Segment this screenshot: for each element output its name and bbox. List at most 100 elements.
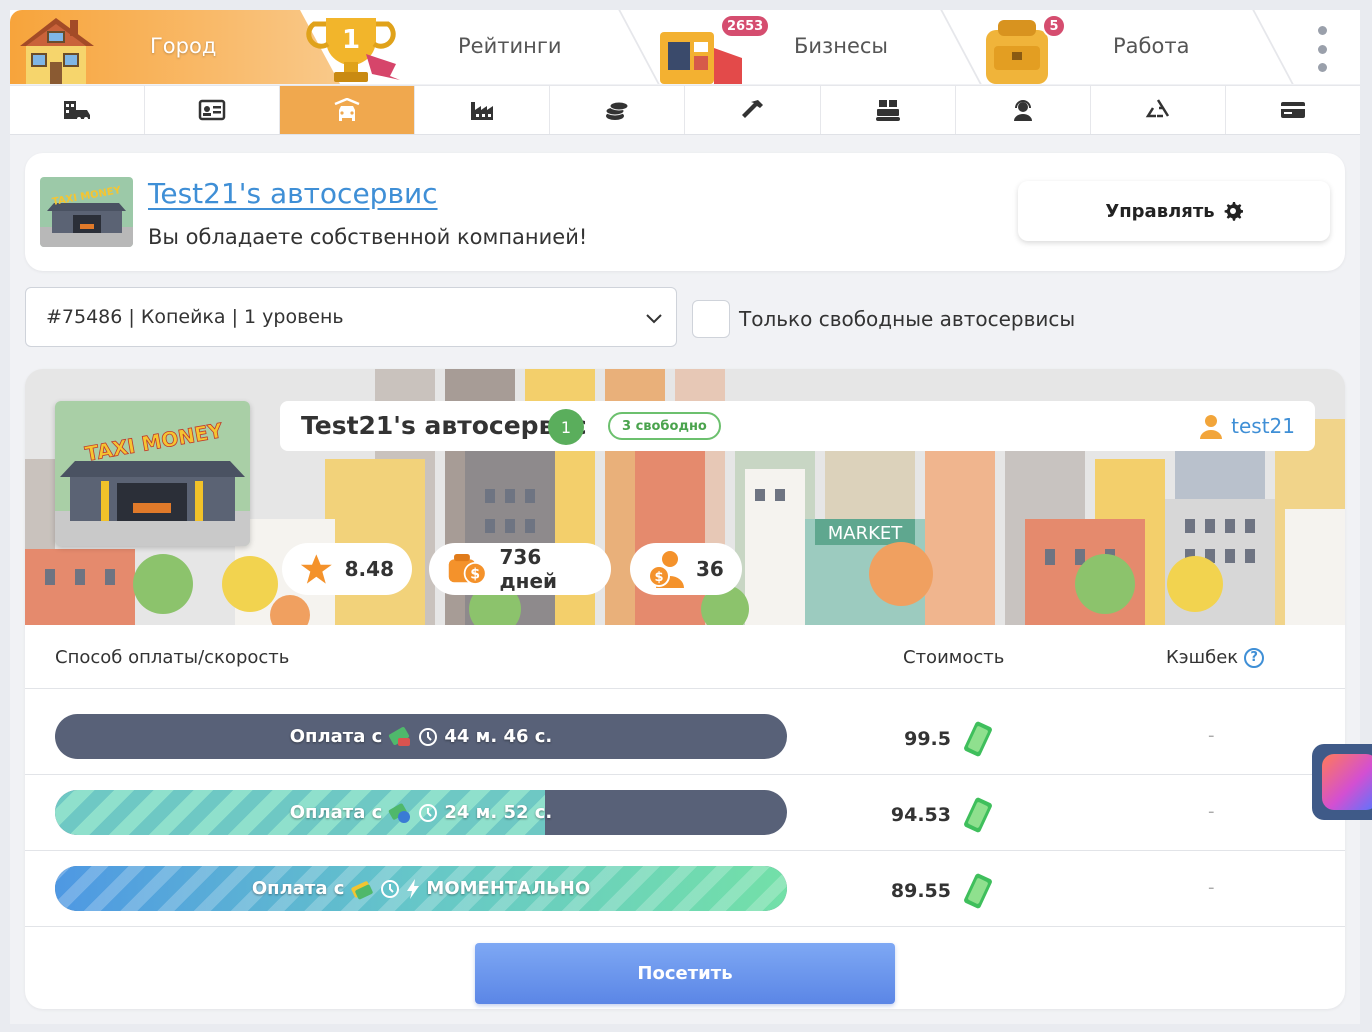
floating-app-widget[interactable] <box>1312 744 1372 820</box>
payment-option-text: Оплата с 24 м. 52 с. <box>55 790 787 835</box>
payment-option-bar[interactable]: Оплата с 24 м. 52 с. <box>55 790 787 835</box>
payment-label: Оплата с <box>289 726 383 747</box>
tab-work[interactable]: 5 Работа <box>966 10 1286 84</box>
car-service-icon <box>334 98 360 121</box>
chevron-down-icon <box>646 314 662 324</box>
banknote-icon <box>964 873 992 909</box>
subtab-factory[interactable] <box>415 86 551 134</box>
free-only-label: Только свободные автосервисы <box>739 307 1076 331</box>
payment-table-header: Способ оплаты/скорость Стоимость Кэшбек … <box>25 625 1345 689</box>
service-select-value: #75486 | Копейка | 1 уровень <box>46 306 344 328</box>
house-icon <box>20 18 94 84</box>
company-thumbnail[interactable]: TAXI MONEY <box>40 177 133 247</box>
coins-icon <box>605 101 629 120</box>
cash-bundle-icon <box>351 880 374 899</box>
payment-label: Оплата с <box>289 802 383 823</box>
subtab-support-agent[interactable] <box>956 86 1091 134</box>
subtab-credit-card[interactable] <box>1226 86 1360 134</box>
car-dealer-icon <box>64 101 91 121</box>
cashback-value: - <box>1208 725 1215 746</box>
recycle-icon <box>1145 99 1169 118</box>
days-value: 736 дней <box>499 545 558 593</box>
owner-name: test21 <box>1231 414 1295 438</box>
payment-row: Оплата с МОМЕНТАЛЬНО 89.55 - <box>25 851 1345 927</box>
payment-time: МОМЕНТАЛЬНО <box>426 878 591 899</box>
id-card-icon <box>198 99 226 121</box>
clients-pill: $ 36 <box>630 543 742 595</box>
tab-ratings[interactable]: 1 Рейтинги <box>306 10 636 84</box>
rating-pill: 8.48 <box>282 543 412 595</box>
payment-time: 24 м. 52 с. <box>444 802 553 823</box>
clients-value: 36 <box>696 557 724 581</box>
app-window: Город 1 Рейтинги 2653 Бизнесы 5 Работа T… <box>10 10 1360 1024</box>
cost-cell: 94.53 <box>875 797 995 833</box>
help-icon[interactable]: ? <box>1244 647 1265 668</box>
manage-button-label: Управлять <box>1105 200 1215 222</box>
support-agent-icon <box>1013 100 1032 121</box>
payment-option-text: Оплата с 44 м. 46 с. <box>55 714 787 759</box>
hammer-icon <box>741 100 763 118</box>
service-card: MARKET TAXI MONEY Test21's автосервис 1 … <box>25 369 1345 1009</box>
manage-button[interactable]: Управлять <box>1018 181 1330 241</box>
gear-icon <box>1224 202 1243 221</box>
col-method-header: Способ оплаты/скорость <box>55 647 290 668</box>
cashback-value: - <box>1208 801 1215 822</box>
svg-text:$: $ <box>470 567 480 583</box>
owner-company-status: Вы обладаете собственной компанией! <box>148 225 588 249</box>
free-slots-badge: 3 свободно <box>608 412 721 440</box>
payment-label: Оплата с <box>251 878 345 899</box>
cost-value: 99.5 <box>904 728 951 750</box>
lightning-icon <box>407 878 420 899</box>
subtab-car-dealer[interactable] <box>10 86 146 134</box>
more-menu-icon[interactable] <box>1312 26 1332 72</box>
user-icon <box>1200 415 1223 439</box>
clock-icon <box>419 727 438 746</box>
subtab-hammer[interactable] <box>685 86 821 134</box>
tab-business-label: Бизнесы <box>794 34 888 58</box>
market-sign: MARKET <box>828 523 904 544</box>
visit-button[interactable]: Посетить <box>475 943 895 1004</box>
col-cashback-label: Кэшбек <box>1166 647 1239 668</box>
top-tab-bar: Город 1 Рейтинги 2653 Бизнесы 5 Работа <box>10 10 1360 84</box>
level-badge: 1 <box>548 409 584 445</box>
payment-option-bar[interactable]: Оплата с 44 м. 46 с. <box>55 714 787 759</box>
free-only-checkbox[interactable] <box>692 300 730 338</box>
cost-value: 89.55 <box>890 880 951 902</box>
payment-row: Оплата с 24 м. 52 с. 94.53 - <box>25 775 1345 851</box>
tab-business[interactable]: 2653 Бизнесы <box>646 10 966 84</box>
subtab-conveyor[interactable] <box>821 86 956 134</box>
sub-tab-bar <box>10 85 1360 135</box>
star-icon <box>300 554 332 584</box>
credit-card-icon <box>1280 102 1305 118</box>
trophy-icon: 1 <box>306 18 400 82</box>
owner-profile-link[interactable]: test21 <box>1199 413 1295 439</box>
conveyor-icon <box>875 100 900 121</box>
service-name: Test21's автосервис <box>301 411 587 440</box>
tab-city[interactable]: Город <box>10 10 340 84</box>
city-banner: MARKET TAXI MONEY Test21's автосервис 1 … <box>25 369 1345 625</box>
cost-cell: 99.5 <box>875 721 995 757</box>
svg-text:$: $ <box>654 570 663 585</box>
clock-icon <box>381 879 400 898</box>
client-money-icon: $ <box>648 551 684 588</box>
subtab-car-service[interactable] <box>280 86 416 134</box>
factory-icon <box>471 102 494 120</box>
subtab-recycle[interactable] <box>1091 86 1226 134</box>
subtab-coins[interactable] <box>550 86 686 134</box>
cost-value: 94.53 <box>890 804 951 826</box>
payment-option-bar[interactable]: Оплата с МОМЕНТАЛЬНО <box>55 866 787 911</box>
tab-city-label: Город <box>150 34 217 58</box>
owner-company-card: TAXI MONEY Test21's автосервис Вы облада… <box>25 153 1345 271</box>
subtab-id-card[interactable] <box>145 86 281 134</box>
banknote-icon <box>964 721 992 757</box>
owner-company-link[interactable]: Test21's автосервис <box>148 177 438 210</box>
tab-ratings-label: Рейтинги <box>458 34 562 58</box>
rating-value: 8.48 <box>344 557 394 581</box>
business-badge: 2653 <box>720 14 771 38</box>
payment-time: 44 м. 46 с. <box>444 726 553 747</box>
payment-option-text: Оплата с МОМЕНТАЛЬНО <box>55 866 787 911</box>
clock-icon <box>419 803 438 822</box>
banknote-icon <box>964 797 992 833</box>
service-select-dropdown[interactable]: #75486 | Копейка | 1 уровень <box>25 287 677 347</box>
cashback-value: - <box>1208 877 1215 898</box>
